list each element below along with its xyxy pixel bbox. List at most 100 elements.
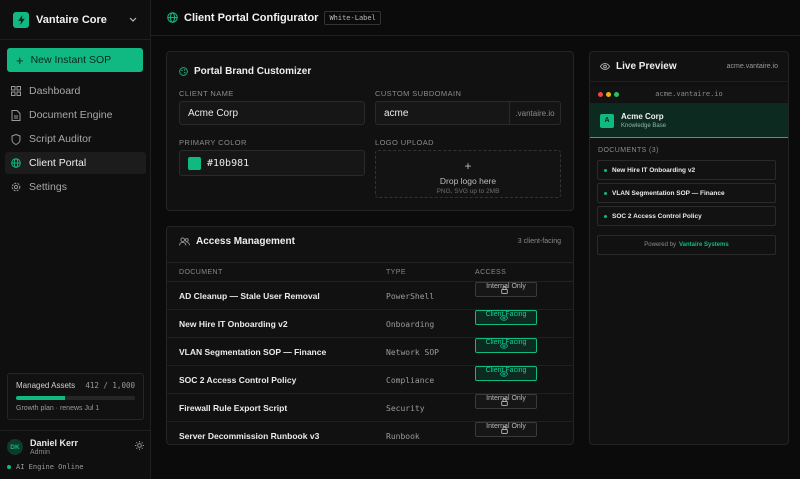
- engine-status-label: AI Engine Online: [16, 463, 84, 471]
- access-toggle[interactable]: Internal Only: [475, 422, 537, 437]
- logo-dropzone[interactable]: + Drop logo here PNG, SVG up to 2MB: [375, 150, 561, 198]
- assets-title: Managed Assets: [16, 381, 76, 390]
- bullet-dot: [604, 214, 607, 218]
- access-label: Internal Only: [486, 423, 526, 430]
- assets-progress-fill: [16, 396, 66, 400]
- preview-doc-item[interactable]: VLAN Segmentation SOP — Finance: [597, 183, 776, 203]
- access-label: Internal Only: [486, 283, 526, 290]
- client-facing-count: 3 client-facing: [517, 238, 561, 245]
- table-row[interactable]: Firewall Rule Export Script Security Inter…: [167, 394, 573, 422]
- access-toggle[interactable]: Internal Only: [475, 282, 537, 297]
- access-table-body: AD Cleanup — Stale User Removal PowerShel…: [167, 282, 573, 446]
- eye-icon: [600, 63, 610, 70]
- row-type: Network SOP: [386, 347, 439, 357]
- preview-logo: A: [600, 113, 614, 128]
- table-row[interactable]: VLAN Segmentation SOP — Finance Network S…: [167, 338, 573, 366]
- logo-drop-text: Drop logo here: [439, 176, 497, 186]
- plus-icon: +: [16, 52, 24, 68]
- preview-doc-item[interactable]: SOC 2 Access Control Policy: [597, 206, 776, 226]
- primary-color-picker[interactable]: #10b981: [179, 150, 365, 176]
- row-type: Compliance: [386, 375, 435, 385]
- status-dot: [7, 465, 11, 469]
- grid-icon: [11, 86, 21, 96]
- access-card-title: Access Management: [196, 236, 295, 247]
- powered-by-label: Powered by: [644, 242, 676, 248]
- client-name-value: Acme Corp: [188, 107, 239, 119]
- user-role: Admin: [30, 449, 50, 456]
- brand-card-title: Portal Brand Customizer: [194, 66, 312, 77]
- assets-plan: Growth plan · renews Jul 1: [16, 405, 100, 412]
- subdomain-suffix: .vantaire.io: [509, 102, 560, 124]
- preview-domain: acme.vantaire.io: [726, 63, 778, 70]
- gear-icon: [11, 182, 21, 192]
- table-header: DOCUMENT TYPE ACCESS: [167, 262, 573, 282]
- bullet-dot: [604, 168, 607, 172]
- preview-url: acme.vantaire.io: [655, 90, 723, 98]
- access-label: Client Facing: [485, 339, 527, 346]
- globe-icon: [167, 12, 178, 23]
- row-type: Runbook: [386, 431, 420, 441]
- brand-customizer-card: Portal Brand Customizer CLIENT NAME Acme…: [166, 51, 574, 211]
- app-name: Vantaire Core: [36, 13, 107, 26]
- avatar[interactable]: DK: [7, 439, 23, 455]
- access-management-card: Access Management 3 client-facing DOCUME…: [166, 226, 574, 445]
- user-panel: DK Daniel Kerr Admin AI Engine Online: [0, 430, 151, 479]
- globe-icon: [11, 158, 21, 168]
- subdomain-input[interactable]: acme .vantaire.io: [375, 101, 561, 125]
- row-type: Onboarding: [386, 319, 435, 329]
- sidebar-item-label: Script Auditor: [29, 133, 92, 145]
- live-preview-card: Live Preview acme.vantaire.io acme.vanta…: [589, 51, 789, 445]
- row-type: PowerShell: [386, 291, 435, 301]
- live-preview-title: Live Preview: [616, 61, 677, 72]
- table-row[interactable]: New Hire IT Onboarding v2 Onboarding Clien…: [167, 310, 573, 338]
- sidebar-item-label: Settings: [29, 181, 67, 193]
- access-label: Client Facing: [485, 367, 527, 374]
- row-document: AD Cleanup — Stale User Removal: [179, 291, 320, 301]
- logo-upload-label: LOGO UPLOAD: [375, 138, 434, 147]
- row-document: VLAN Segmentation SOP — Finance: [179, 347, 327, 357]
- logo-drop-hint: PNG, SVG up to 2MB: [436, 188, 500, 195]
- subdomain-value: acme: [384, 107, 409, 119]
- access-toggle[interactable]: Client Facing: [475, 338, 537, 353]
- sidebar-item-dashboard[interactable]: Dashboard: [5, 80, 146, 102]
- table-row[interactable]: Server Decommission Runbook v3 Runbook Int…: [167, 422, 573, 450]
- access-toggle[interactable]: Client Facing: [475, 366, 537, 381]
- sidebar-item-script-auditor[interactable]: Script Auditor: [5, 128, 146, 150]
- new-instant-sop-button[interactable]: + New Instant SOP: [7, 48, 143, 72]
- brand-switcher[interactable]: Vantaire Core: [0, 0, 150, 40]
- subdomain-label: CUSTOM SUBDOMAIN: [375, 89, 462, 98]
- preview-docs-label: DOCUMENTS (3): [598, 147, 659, 154]
- page-header: Client Portal Configurator White-Label: [151, 0, 800, 36]
- preview-doc-item[interactable]: New Hire IT Onboarding v2: [597, 160, 776, 180]
- assets-progress-bar: [16, 396, 135, 400]
- client-name-input[interactable]: Acme Corp: [179, 101, 365, 125]
- preview-doc-label: SOC 2 Access Control Policy: [612, 212, 702, 220]
- primary-color-value: #10b981: [207, 157, 250, 169]
- access-label: Internal Only: [486, 395, 526, 402]
- bullet-dot: [604, 191, 607, 195]
- sidebar-item-document-engine[interactable]: Document Engine: [5, 104, 146, 126]
- table-row[interactable]: SOC 2 Access Control Policy Compliance Cli…: [167, 366, 573, 394]
- primary-color-label: PRIMARY COLOR: [179, 138, 247, 147]
- managed-assets-card: Managed Assets 412 / 1,000 Growth plan ·…: [7, 373, 144, 420]
- preview-company: Acme Corp: [621, 112, 664, 121]
- sidebar-item-client-portal[interactable]: Client Portal: [5, 152, 146, 174]
- sidebar-nav: Dashboard Document Engine Script Auditor…: [5, 80, 146, 200]
- access-toggle[interactable]: Internal Only: [475, 394, 537, 409]
- file-icon: [11, 109, 21, 121]
- table-row[interactable]: AD Cleanup — Stale User Removal PowerShel…: [167, 282, 573, 310]
- page-title: Client Portal Configurator: [184, 11, 319, 24]
- sidebar-item-label: Dashboard: [29, 85, 81, 97]
- sidebar-item-settings[interactable]: Settings: [5, 176, 146, 198]
- shield-icon: [11, 133, 21, 145]
- sun-icon[interactable]: [135, 441, 144, 453]
- preview-subtitle: Knowledge Base: [621, 123, 667, 129]
- color-swatch[interactable]: [188, 156, 201, 170]
- sidebar-item-label: Document Engine: [29, 109, 113, 121]
- access-toggle[interactable]: Client Facing: [475, 310, 537, 325]
- sidebar: Vantaire Core + New Instant SOP Dashboar…: [0, 0, 151, 479]
- row-document: Firewall Rule Export Script: [179, 403, 288, 413]
- client-name-label: CLIENT NAME: [179, 89, 234, 98]
- assets-count: 412 / 1,000: [85, 381, 135, 390]
- row-document: Server Decommission Runbook v3: [179, 431, 320, 441]
